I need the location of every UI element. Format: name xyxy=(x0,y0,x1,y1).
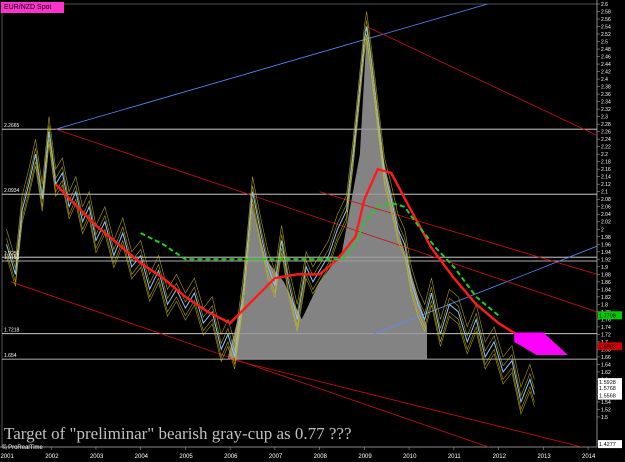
price-box-label: 1.4277 xyxy=(599,442,616,448)
y-tick-label: 2.06 xyxy=(601,205,611,211)
y-tick-label: 2.08 xyxy=(601,197,611,203)
y-tick-label: 1.52 xyxy=(601,407,611,413)
y-tick-label: 1.92 xyxy=(601,257,611,263)
y-tick-label: 2.6 xyxy=(601,2,608,8)
y-tick-label: 1.86 xyxy=(601,280,611,286)
x-tick-label: 2003 xyxy=(90,454,104,460)
y-tick-label: 2.56 xyxy=(601,17,611,23)
y-tick-label: 1.54 xyxy=(601,400,611,406)
y-tick-label: 2.42 xyxy=(601,70,611,76)
y-tick-label: 2.58 xyxy=(601,10,611,16)
horizontal-level-label: 2.2665 xyxy=(4,123,20,129)
y-tick-label: 1.9 xyxy=(601,265,608,271)
horizontal-level-label: 1.9155 xyxy=(4,255,20,261)
y-tick-label: 2.18 xyxy=(601,160,611,166)
y-tick-label: 1.88 xyxy=(601,272,611,278)
y-tick-label: 1.5 xyxy=(601,415,608,421)
x-tick-label: 2005 xyxy=(179,454,193,460)
y-tick-label: 1.8 xyxy=(601,302,608,308)
x-tick-label: 2004 xyxy=(135,454,149,460)
y-tick-label: 2 xyxy=(601,227,604,233)
y-tick-label: 1.84 xyxy=(601,287,611,293)
y-tick-label: 2.22 xyxy=(601,145,611,151)
horizontal-level-label: 1.654 xyxy=(4,353,17,359)
y-tick-label: 2.32 xyxy=(601,107,611,113)
y-tick-label: 2.36 xyxy=(601,92,611,98)
y-tick-label: 2.44 xyxy=(601,62,611,68)
y-tick-label: 2.5 xyxy=(601,40,608,46)
y-tick-label: 2.34 xyxy=(601,100,611,106)
y-tick-label: 2.48 xyxy=(601,47,611,53)
y-tick-label: 2.46 xyxy=(601,55,611,61)
y-tick-label: 2.26 xyxy=(601,130,611,136)
horizontal-level-label: 1.7218 xyxy=(4,328,20,334)
x-tick-label: 2011 xyxy=(448,454,462,460)
chart-area: 2.2665 2.0934 1.9256 1.9155 1.7218 1.654 2.6 2.… xyxy=(0,0,625,462)
y-tick-label: 2.2 xyxy=(601,152,608,158)
x-tick-label: 2014 xyxy=(582,454,596,460)
y-tick-label: 2.38 xyxy=(601,85,611,91)
y-tick-label: 2.28 xyxy=(601,122,611,128)
price-box-label: 1.7708 xyxy=(599,313,616,319)
x-tick-label: 2001 xyxy=(0,454,14,460)
y-tick-label: 2.54 xyxy=(601,25,611,31)
y-tick-label: 2.3 xyxy=(601,115,608,121)
x-tick-label: 2007 xyxy=(269,454,283,460)
price-box-label: 1.5568 xyxy=(599,394,616,400)
footer-credit: © ProRealTime xyxy=(2,445,43,451)
price-box-label: 1.6882 xyxy=(599,344,616,350)
x-tick-label: 2008 xyxy=(314,454,328,460)
instrument-tab[interactable]: EUR/NZD Spot xyxy=(1,2,64,13)
y-tick-label: 1.96 xyxy=(601,242,611,248)
x-tick-label: 2006 xyxy=(224,454,238,460)
y-tick-label: 1.82 xyxy=(601,295,611,301)
y-tick-label: 1.74 xyxy=(601,325,611,331)
y-tick-label: 2.02 xyxy=(601,220,611,226)
y-tick-label: 1.66 xyxy=(601,355,611,361)
y-tick-label: 2.4 xyxy=(601,77,608,83)
y-tick-label: 1.72 xyxy=(601,332,611,338)
y-tick-label: 2.12 xyxy=(601,182,611,188)
y-tick-label: 2.52 xyxy=(601,32,611,38)
horizontal-level-label: 2.0934 xyxy=(4,188,20,194)
x-tick-label: 2013 xyxy=(537,454,551,460)
y-tick-label: 1.94 xyxy=(601,250,611,256)
y-tick-label: 1.62 xyxy=(601,370,611,376)
y-tick-label: 2.04 xyxy=(601,212,611,218)
x-tick-label: 2009 xyxy=(358,454,372,460)
y-tick-label: 2.24 xyxy=(601,137,611,143)
x-tick-label: 2002 xyxy=(45,454,59,460)
y-tick-label: 2.1 xyxy=(601,190,608,196)
x-tick-label: 2012 xyxy=(493,454,507,460)
price-box-label: 1.5768 xyxy=(599,386,616,392)
annotation-text: Target of "preliminar" bearish gray-cup … xyxy=(4,424,352,443)
price-chart: 2.26652.09341.92561.91551.72181.6542.62.… xyxy=(0,0,622,460)
y-tick-label: 2.16 xyxy=(601,167,611,173)
y-tick-label: 1.64 xyxy=(601,362,611,368)
x-tick-label: 2010 xyxy=(403,454,417,460)
y-tick-label: 1.98 xyxy=(601,235,611,241)
y-tick-label: 2.14 xyxy=(601,175,611,181)
